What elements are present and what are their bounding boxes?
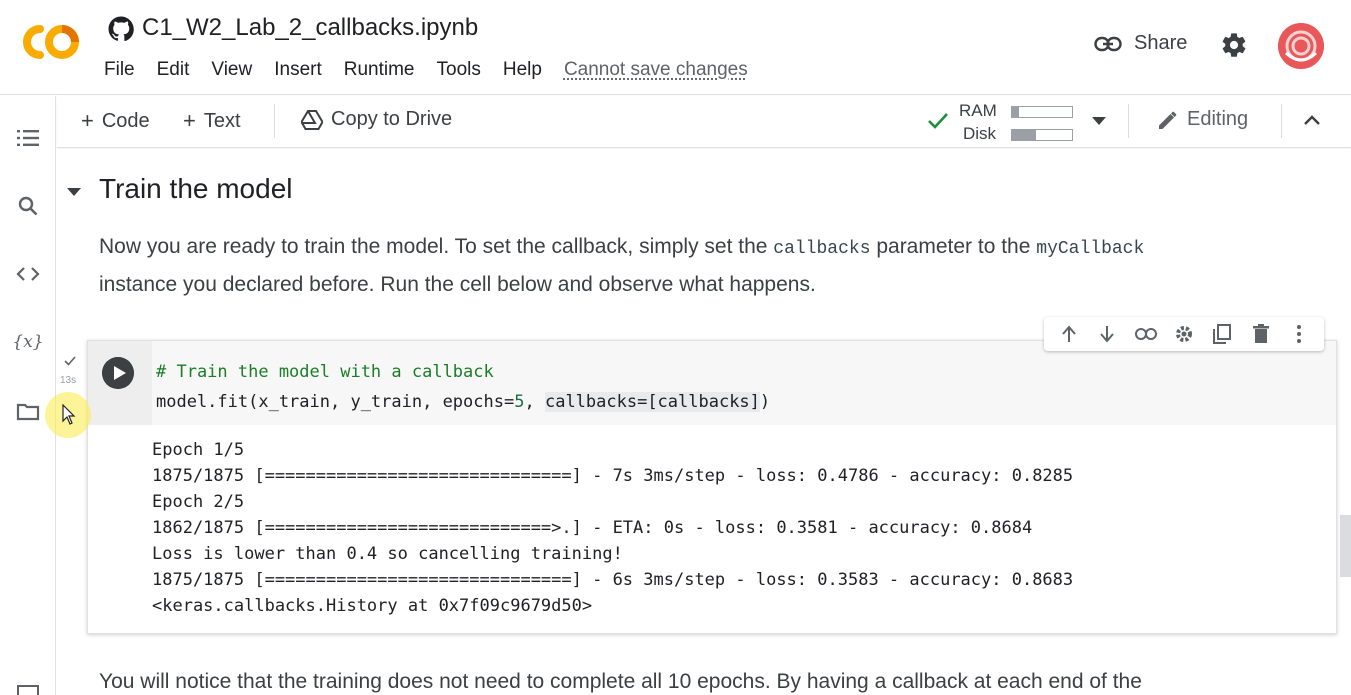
disk-label: Disk (963, 124, 997, 143)
copy-to-drive-button[interactable]: Copy to Drive (301, 108, 452, 131)
move-cell-up-icon[interactable] (1058, 323, 1080, 345)
disk-usage-fill (1012, 130, 1036, 140)
menu-bar: File Edit View Insert Runtime Tools Help… (104, 59, 770, 81)
plus-icon: + (81, 108, 94, 133)
editing-label: Editing (1187, 108, 1249, 130)
text-paragraph-line: Now you are ready to train the model. To… (99, 235, 1144, 259)
code-text: ) (759, 392, 771, 412)
code-text: model.fit(x_train, y_train, epochs= (156, 392, 515, 412)
notebook-title[interactable]: C1_W2_Lab_2_callbacks.ipynb (142, 14, 478, 42)
scrollbar-thumb[interactable] (1340, 515, 1351, 577)
pencil-icon (1159, 111, 1177, 129)
text-paragraph-line: You will notice that the training does n… (99, 670, 1142, 693)
table-of-contents-icon[interactable] (14, 124, 42, 152)
menu-view[interactable]: View (211, 59, 252, 81)
variables-icon[interactable]: {x} (12, 328, 43, 356)
ram-usage-fill (1012, 107, 1020, 117)
settings-gear-icon[interactable] (1220, 31, 1248, 59)
github-icon (108, 16, 134, 42)
output-line: 1862/1875 [============================>… (152, 518, 1033, 538)
output-line: 1875/1875 [=============================… (152, 570, 1074, 590)
cell-settings-gear-icon[interactable] (1173, 323, 1195, 345)
toolbar-divider (274, 104, 275, 138)
editing-mode-button[interactable]: Editing (1157, 108, 1248, 131)
add-text-button[interactable]: + Text (183, 108, 241, 134)
output-line: Epoch 1/5 (152, 440, 245, 460)
notebook-content: Train the model Now you are ready to tra… (57, 149, 1351, 695)
runtime-dropdown-icon[interactable] (1092, 117, 1106, 126)
section-heading: Train the model (99, 173, 293, 204)
notebook-toolbar: + Code + Text Copy to Drive RAM Disk Edi… (57, 96, 1351, 148)
code-text: , (524, 392, 545, 412)
collapse-section-triangle-icon[interactable] (65, 185, 83, 199)
link-icon (1094, 36, 1122, 51)
output-line: <keras.callbacks.History at 0x7f09c9679d… (152, 596, 593, 616)
menu-help[interactable]: Help (503, 59, 542, 81)
plus-icon: + (183, 108, 196, 133)
toolbar-divider (1281, 104, 1282, 138)
code-snippets-icon[interactable] (14, 260, 42, 288)
menu-runtime[interactable]: Runtime (344, 59, 415, 81)
colab-logo-icon[interactable] (18, 22, 82, 62)
files-folder-icon[interactable] (14, 398, 42, 426)
execution-time: 13s (60, 375, 77, 386)
output-line: Loss is lower than 0.4 so cancelling tra… (152, 544, 623, 564)
terminal-icon[interactable] (14, 678, 42, 695)
resource-monitor[interactable]: RAM Disk (959, 100, 1109, 144)
output-line: Epoch 2/5 (152, 492, 245, 512)
connected-check-icon (928, 113, 948, 129)
link-to-cell-icon[interactable] (1134, 323, 1157, 345)
menu-file[interactable]: File (104, 59, 135, 81)
google-drive-icon (301, 109, 323, 130)
toolbar-divider (1128, 104, 1129, 138)
cell-toolbar (1044, 317, 1324, 351)
run-cell-play-icon[interactable] (102, 357, 134, 389)
text-paragraph-line: instance you declared before. Run the ce… (99, 273, 816, 296)
more-options-icon[interactable] (1288, 323, 1310, 345)
mirror-cell-icon[interactable] (1211, 323, 1233, 345)
user-avatar[interactable] (1278, 23, 1324, 69)
cell-output: Epoch 1/5 1875/1875 [====================… (152, 437, 1073, 619)
share-button[interactable]: Share (1094, 32, 1187, 55)
code-number: 5 (514, 392, 525, 412)
share-label: Share (1134, 32, 1188, 54)
add-text-label: Text (203, 109, 241, 132)
code-selected-text: callbacks=[callbacks] (544, 392, 760, 412)
mouse-pointer-icon (62, 404, 76, 425)
ram-usage-bar (1011, 106, 1073, 118)
cannot-save-link[interactable]: Cannot save changes (564, 59, 748, 81)
code-editor[interactable]: # Train the model with a callback model.… (152, 341, 1336, 425)
copy-to-drive-label: Copy to Drive (331, 108, 453, 130)
collapse-header-chevron-icon[interactable] (1303, 114, 1321, 126)
code-comment: # Train the model with a callback (156, 362, 494, 382)
output-line: 1875/1875 [=============================… (152, 466, 1074, 486)
add-code-label: Code (101, 109, 150, 132)
menu-insert[interactable]: Insert (274, 59, 322, 81)
inline-code-callbacks: callbacks (773, 239, 871, 259)
menu-tools[interactable]: Tools (437, 59, 481, 81)
paragraph-text: parameter to the (870, 235, 1037, 258)
add-code-button[interactable]: + Code (81, 108, 150, 134)
app-header: C1_W2_Lab_2_callbacks.ipynb File Edit Vi… (0, 0, 1351, 95)
ram-label: RAM (959, 101, 997, 120)
menu-edit[interactable]: Edit (157, 59, 190, 81)
move-cell-down-icon[interactable] (1096, 323, 1118, 345)
cell-gutter (88, 341, 152, 425)
search-icon[interactable] (14, 192, 42, 220)
left-sidebar: {x} (0, 96, 56, 695)
code-cell[interactable]: # Train the model with a callback model.… (87, 340, 1337, 634)
paragraph-text: Now you are ready to train the model. To… (99, 235, 774, 258)
disk-usage-bar (1011, 129, 1073, 141)
execution-success-check-icon (64, 353, 76, 369)
delete-cell-trash-icon[interactable] (1250, 323, 1272, 345)
inline-code-mycallback: myCallback (1036, 239, 1145, 259)
